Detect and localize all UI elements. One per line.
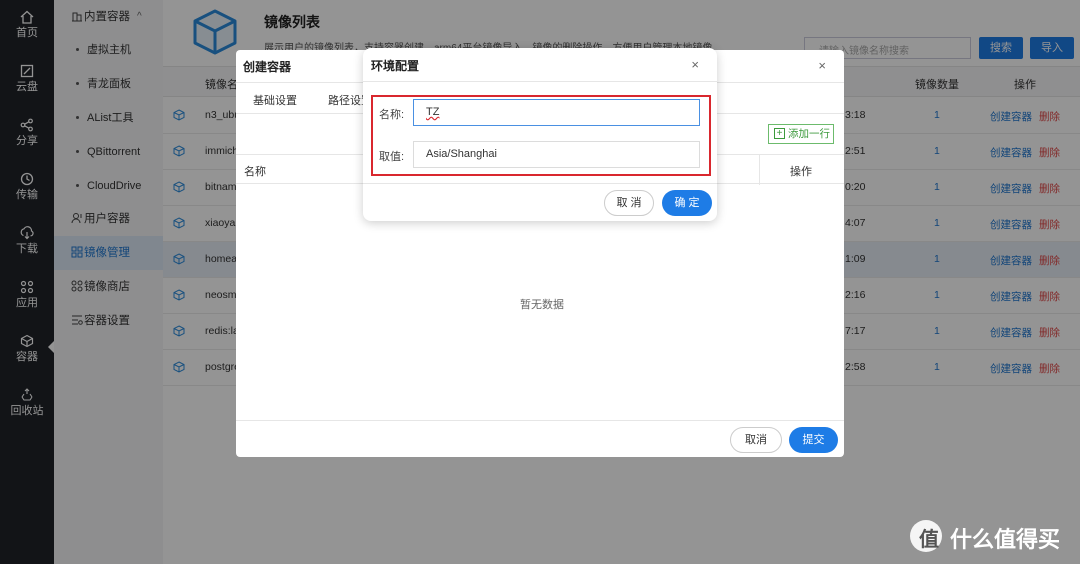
close-icon[interactable]: × [818, 58, 826, 73]
divider [363, 183, 717, 184]
env-config-dialog: 环境配置 × 名称: TZ 取值: Asia/Shanghai 取 消 确 定 [363, 48, 717, 221]
dialog-footer: 取消 提交 [236, 420, 844, 457]
cancel-button[interactable]: 取 消 [604, 190, 654, 216]
submit-button[interactable]: 提交 [789, 427, 838, 453]
divider [363, 81, 717, 82]
close-icon[interactable]: × [691, 57, 699, 72]
name-input[interactable]: TZ [413, 99, 700, 126]
divider [759, 155, 760, 185]
tab-basic-settings[interactable]: 基础设置 [253, 92, 297, 108]
value-label: 取值: [379, 151, 405, 163]
value-value: Asia/Shanghai [426, 148, 497, 160]
add-row-button[interactable]: + 添加一行 [768, 124, 834, 144]
logo-glyph: 值 [919, 529, 939, 551]
name-value: TZ [426, 106, 440, 118]
value-input[interactable]: Asia/Shanghai [413, 141, 700, 168]
col-name: 名称 [244, 166, 266, 178]
cancel-button[interactable]: 取消 [730, 427, 782, 453]
watermark-text: 什么值得买 [950, 527, 1061, 552]
add-row-label: 添加一行 [788, 128, 830, 140]
dialog-title: 环境配置 [371, 59, 420, 73]
confirm-button[interactable]: 确 定 [662, 190, 712, 216]
smzdm-logo-icon: 值 [910, 520, 942, 552]
name-label: 名称: [379, 109, 405, 121]
empty-state: 暂无数据 [520, 299, 564, 311]
plus-icon: + [774, 128, 785, 139]
dialog-title: 创建容器 [243, 60, 292, 74]
col-action: 操作 [790, 166, 812, 178]
